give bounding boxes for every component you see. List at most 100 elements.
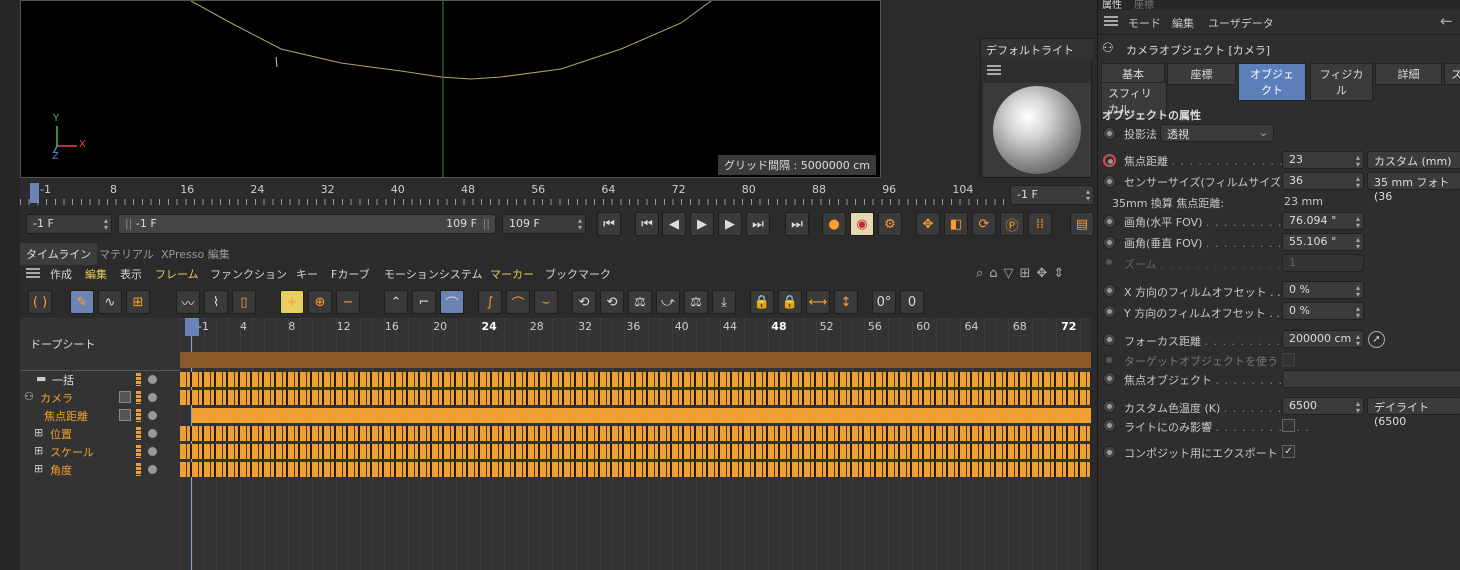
wave2-icon[interactable]: ⌇ (204, 290, 228, 314)
scale-key-icon[interactable]: ◧ (944, 212, 968, 236)
tangent-icon-1[interactable]: ⟲ (572, 290, 596, 314)
temp-preset-select[interactable]: デイライト (6500 (1367, 397, 1460, 428)
hamburger-icon[interactable] (987, 65, 1001, 75)
spin-arrows-icon[interactable]: ▴ ▾ (104, 217, 108, 232)
xoffset-field[interactable]: 0 % ▴ ▾ (1282, 281, 1364, 299)
track-row[interactable] (180, 371, 1091, 387)
play-icon[interactable]: ▶ (690, 212, 714, 236)
spin-arrows-icon[interactable]: ▴ ▾ (1356, 333, 1360, 348)
frame-ruler[interactable]: -1 8 16 24 32 40 48 56 64 72 80 88 96 104 (20, 181, 1005, 207)
ease-in-icon[interactable]: ⌒ (506, 290, 530, 314)
anim-radio[interactable] (1103, 175, 1116, 188)
sensor-field[interactable]: 36 ▴ ▾ (1282, 172, 1364, 190)
timeline-menu-item[interactable]: マーカー (490, 266, 534, 282)
remove-key-icon[interactable]: − (336, 290, 360, 314)
attr-menu-edit[interactable]: 編集 (1172, 15, 1194, 31)
anim-radio[interactable] (1103, 372, 1116, 385)
anim-radio[interactable] (1103, 236, 1116, 249)
attr-menu-userdata[interactable]: ユーザデータ (1208, 15, 1274, 31)
track-row[interactable] (180, 407, 1091, 423)
ripple-icon[interactable]: ▯ (232, 290, 256, 314)
keyframes-focal[interactable] (192, 408, 1091, 423)
timeline-menu-item[interactable]: キー (296, 266, 318, 282)
focal-preset-select[interactable]: カスタム (mm) (1367, 151, 1460, 169)
spin-arrows-icon[interactable]: ▴ ▾ (1356, 154, 1360, 169)
tab-coordinates[interactable]: 座標 (1134, 0, 1154, 11)
visibility-dot-icon[interactable] (148, 393, 157, 402)
track-row[interactable] (180, 461, 1091, 477)
anim-radio[interactable] (1103, 446, 1116, 459)
spin-arrows-icon[interactable]: ▴ ▾ (1086, 188, 1090, 203)
tangent-icon-2[interactable]: ⟲ (600, 290, 624, 314)
hamburger-icon[interactable] (1104, 16, 1118, 26)
visibility-dot-icon[interactable] (148, 447, 157, 456)
edit-track-icon[interactable] (119, 391, 131, 403)
spin-arrows-icon[interactable]: ▴ ▾ (1356, 400, 1360, 415)
range-handle-right-icon[interactable]: || (483, 217, 490, 230)
keyframes-camera[interactable] (180, 390, 1091, 405)
autokey-icon[interactable]: ◉ (850, 212, 874, 236)
anim-radio[interactable] (1103, 127, 1116, 140)
light-sphere[interactable] (993, 86, 1081, 174)
lock-icon-1[interactable]: 🔒 (750, 290, 774, 314)
step-icon[interactable]: ⌐ (412, 290, 436, 314)
solo-icon[interactable] (136, 373, 141, 386)
timeline-menu-item[interactable]: モーションシステム (384, 266, 482, 282)
tab-attributes[interactable]: 属性 (1102, 0, 1122, 11)
solo-icon[interactable] (136, 391, 141, 404)
track-row[interactable] (180, 425, 1091, 441)
anim-radio[interactable] (1103, 333, 1116, 346)
next-frame-icon[interactable]: ▶ (718, 212, 742, 236)
tangent-icon-3[interactable]: ⚖ (628, 290, 652, 314)
dopesheet-playhead[interactable] (185, 318, 199, 336)
solo-icon[interactable] (136, 463, 141, 476)
projection-select[interactable]: 透視 ⌄ (1160, 124, 1274, 142)
solo-icon[interactable] (136, 445, 141, 458)
spline-icon[interactable]: ⌒ (440, 290, 464, 314)
go-to-end-icon[interactable]: ⏭ (785, 212, 809, 236)
timeline-menu-item[interactable]: フレーム (155, 266, 199, 282)
yoffset-field[interactable]: 0 % ▴ ▾ (1282, 302, 1364, 320)
anim-radio[interactable] (1103, 400, 1116, 413)
ease-in-out-icon[interactable]: ∫ (478, 290, 502, 314)
keyframes-rotation[interactable] (180, 462, 1091, 477)
focusobj-link-field[interactable] (1282, 370, 1460, 388)
range-handle-left-icon[interactable]: || (125, 217, 132, 230)
add-key-icon[interactable]: + (280, 290, 304, 314)
next-key-icon[interactable]: ⏭ (746, 212, 770, 236)
lock-icon-4[interactable]: ↕ (834, 290, 858, 314)
key-mode-icon[interactable]: ( ) (28, 290, 52, 314)
add-key2-icon[interactable]: ⊕ (308, 290, 332, 314)
timeline-menu-item[interactable]: Fカーブ (331, 266, 370, 282)
waveform-icon[interactable]: 〰 (176, 290, 200, 314)
visibility-dot-icon[interactable] (148, 375, 157, 384)
lock-icon-2[interactable]: 🔒 (778, 290, 802, 314)
track-row[interactable] (180, 443, 1091, 459)
keyframes-scale[interactable] (180, 444, 1091, 459)
subtab[interactable]: オブジェクト (1238, 63, 1306, 101)
move-key-icon[interactable]: ✥ (916, 212, 940, 236)
tangent-icon-4[interactable]: ⤻ (656, 290, 680, 314)
hamburger-icon[interactable] (26, 268, 40, 278)
focus-field[interactable]: 200000 cm ▴ ▾ (1282, 330, 1364, 348)
ease-out-icon[interactable]: ⌣ (534, 290, 558, 314)
dopesheet-mode-icon[interactable]: ✎ (70, 290, 94, 314)
param-key-icon[interactable]: Ⓟ (1000, 212, 1024, 236)
start-frame-field[interactable]: -1 F ▴ ▾ (26, 214, 112, 234)
key-settings-icon[interactable]: ⚙ (878, 212, 902, 236)
timeline-nav-icons[interactable]: ⌕⌂▽⊞✥⇕ (976, 266, 1070, 281)
focal-field[interactable]: 23 ▴ ▾ (1282, 151, 1364, 169)
zero-angle-icon[interactable]: 0° (872, 290, 896, 314)
timeline-menu-item[interactable]: ブックマーク (545, 266, 611, 282)
subtab[interactable]: 座標 (1167, 63, 1236, 85)
end-frame-field[interactable]: 109 F ▴ ▾ (502, 214, 586, 234)
subtab[interactable]: フィジカル (1310, 63, 1373, 101)
solo-icon[interactable] (136, 409, 141, 422)
timeline-menu-item[interactable]: 編集 (85, 266, 107, 282)
film-strip-icon[interactable]: ▤ (1070, 212, 1094, 236)
tangent-icon-5[interactable]: ⚖ (684, 290, 708, 314)
tab-timeline[interactable]: タイムライン (20, 243, 98, 265)
rotate-key-icon[interactable]: ⟳ (972, 212, 996, 236)
keyframes-position[interactable] (180, 426, 1091, 441)
light-preview[interactable] (983, 83, 1091, 177)
